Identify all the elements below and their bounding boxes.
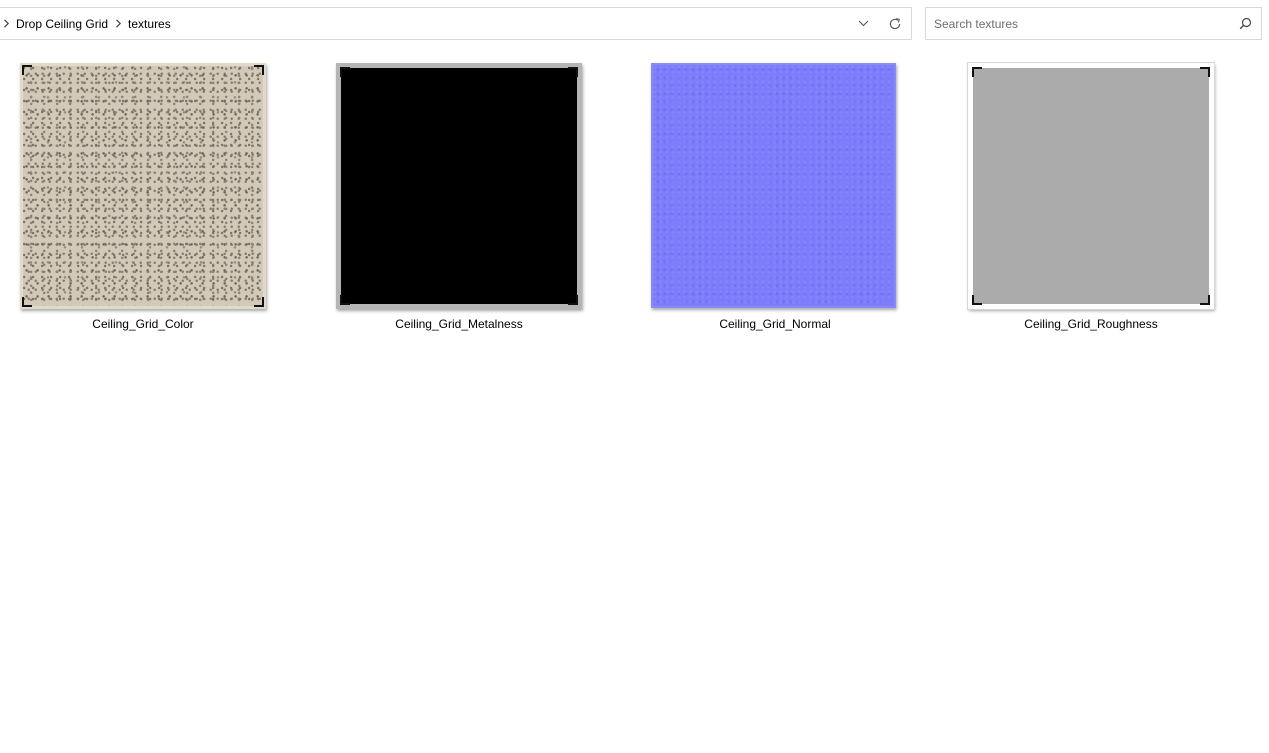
file-name-label[interactable]: Ceiling_Grid_Roughness bbox=[937, 317, 1245, 331]
breadcrumb-item-drop-ceiling-grid[interactable]: Drop Ceiling Grid bbox=[12, 16, 112, 32]
file-thumbnail[interactable] bbox=[20, 63, 266, 309]
file-thumbnail[interactable] bbox=[651, 63, 896, 308]
chevron-down-icon bbox=[858, 20, 868, 27]
chevron-right-icon[interactable] bbox=[0, 16, 12, 32]
file-explorer-window: Drop Ceiling Grid textures Search textur… bbox=[0, 0, 1269, 753]
file-name-label[interactable]: Ceiling_Grid_Color bbox=[0, 317, 297, 331]
refresh-button[interactable] bbox=[879, 8, 911, 39]
file-name-label[interactable]: Ceiling_Grid_Normal bbox=[621, 317, 929, 331]
refresh-icon bbox=[889, 17, 901, 29]
search-input[interactable] bbox=[926, 9, 1229, 38]
search-box[interactable] bbox=[925, 7, 1262, 40]
breadcrumb-item-textures[interactable]: textures bbox=[124, 16, 175, 32]
file-name-label[interactable]: Ceiling_Grid_Metalness bbox=[305, 317, 613, 331]
file-item-ceiling-grid-metalness[interactable]: Ceiling_Grid_Metalness bbox=[305, 63, 595, 338]
file-thumbnail[interactable] bbox=[336, 63, 582, 309]
search-button[interactable] bbox=[1229, 8, 1261, 39]
file-item-ceiling-grid-roughness[interactable]: Ceiling_Grid_Roughness bbox=[937, 62, 1227, 338]
chevron-right-icon[interactable] bbox=[112, 16, 124, 32]
address-bar[interactable]: Drop Ceiling Grid textures bbox=[0, 7, 912, 40]
file-item-ceiling-grid-color[interactable]: Ceiling_Grid_Color bbox=[0, 63, 279, 338]
file-thumbnail[interactable] bbox=[967, 62, 1215, 310]
history-dropdown-button[interactable] bbox=[847, 8, 879, 39]
search-icon bbox=[1239, 17, 1251, 30]
file-item-ceiling-grid-normal[interactable]: Ceiling_Grid_Normal bbox=[621, 63, 911, 338]
